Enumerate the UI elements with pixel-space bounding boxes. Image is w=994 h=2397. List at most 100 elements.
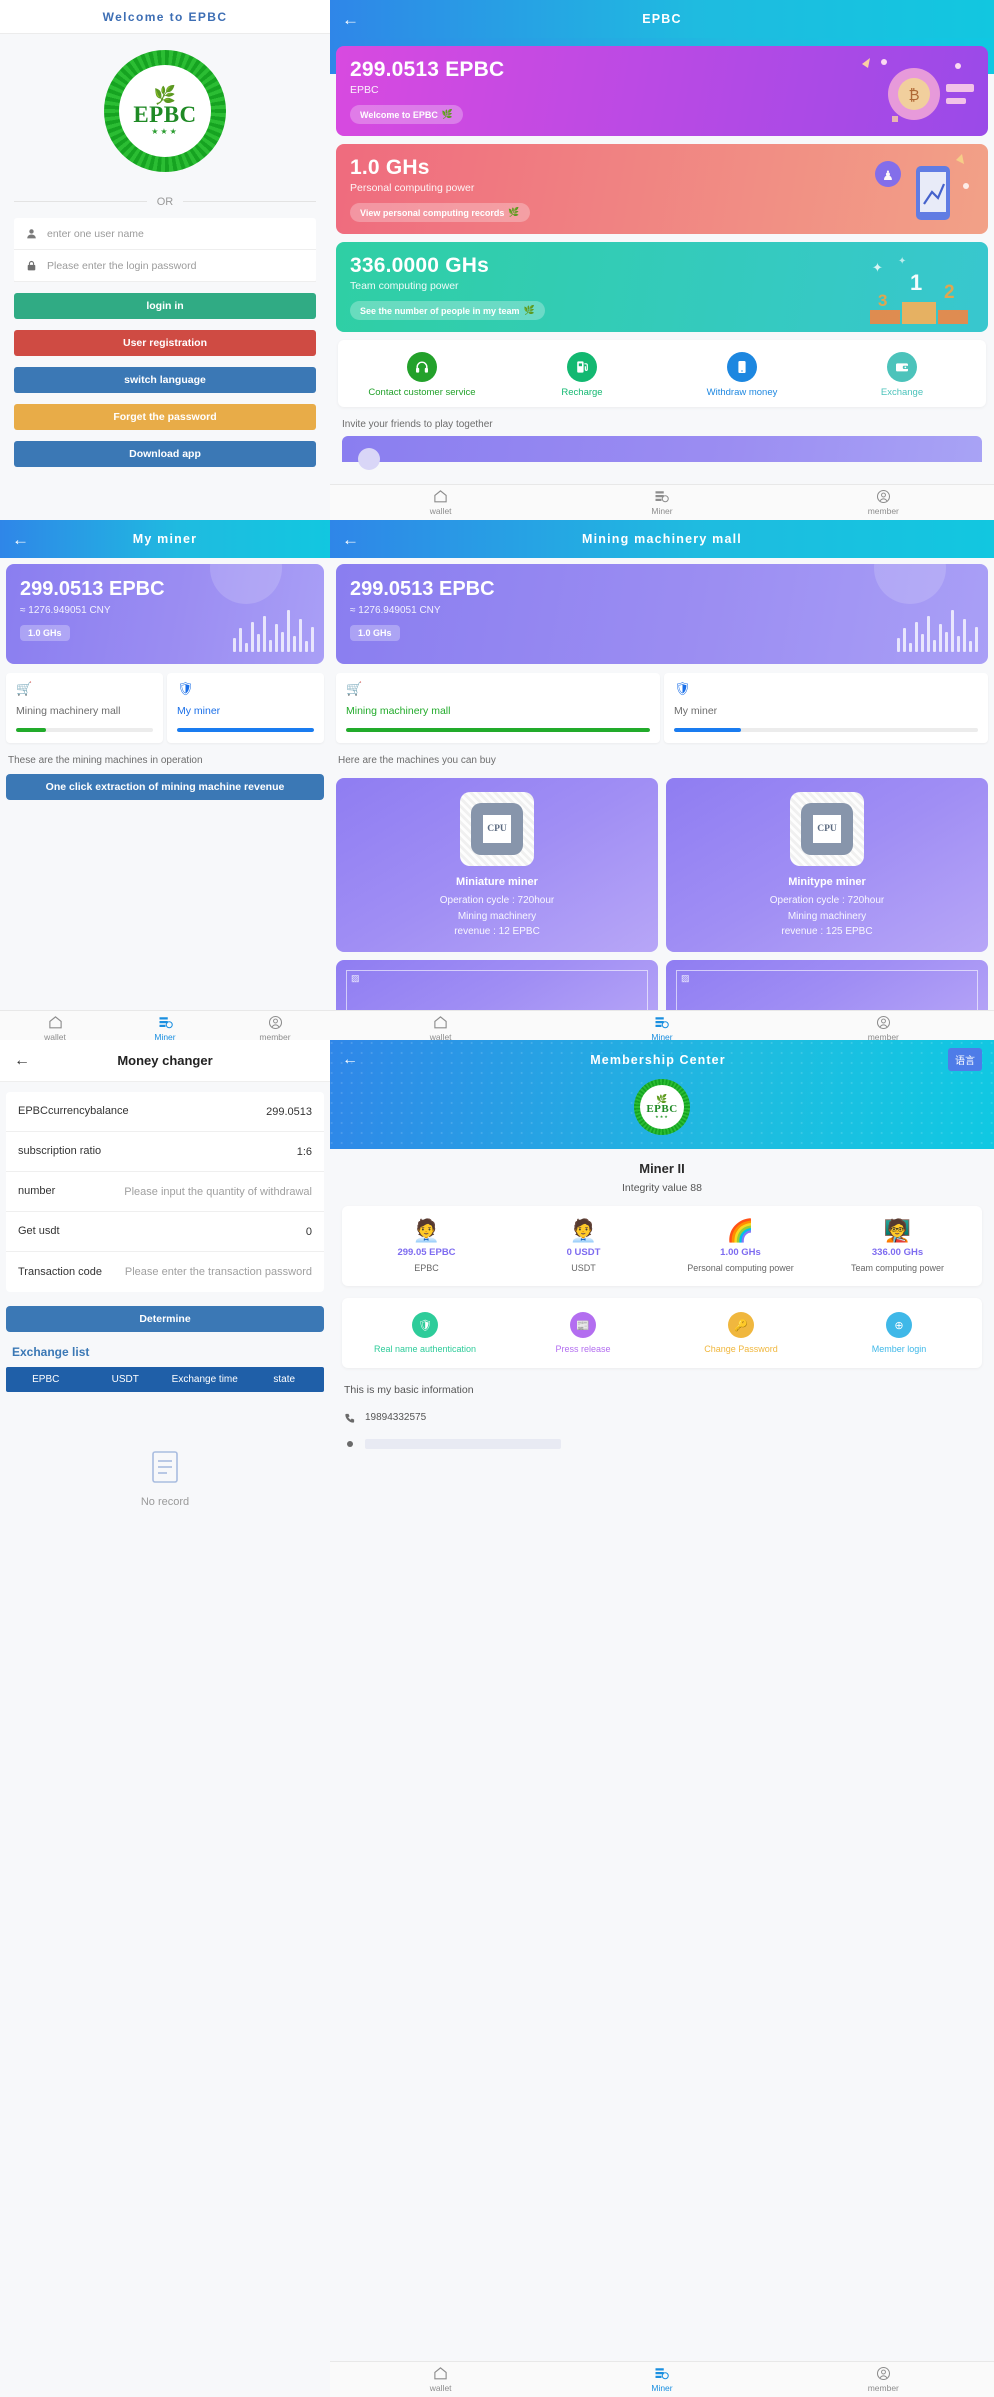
password-field[interactable]: Please enter the login password xyxy=(14,250,316,282)
machine-cycle: Operation cycle : 720hour xyxy=(439,895,555,906)
bottom-tabbar: wallet Miner member xyxy=(330,2361,994,2397)
avatar xyxy=(358,447,380,470)
tab-wallet[interactable]: wallet xyxy=(0,1011,110,1040)
form-row-number[interactable]: number Please input the quantity of with… xyxy=(6,1172,324,1212)
bottom-tabbar: wallet Miner member xyxy=(330,484,994,520)
fuel-pump-icon xyxy=(567,352,597,382)
quick-action-recharge[interactable]: Recharge xyxy=(502,352,662,399)
back-arrow-icon[interactable]: ← xyxy=(14,1052,38,1070)
stat-value: 299.05 EPBC xyxy=(397,1247,456,1258)
quick-action-label: Recharge xyxy=(561,387,603,398)
tab-miner[interactable]: Miner xyxy=(110,1011,220,1040)
login-form: enter one user name Please enter the log… xyxy=(14,218,316,282)
username-field[interactable]: enter one user name xyxy=(14,218,316,250)
home-icon xyxy=(434,2367,447,2380)
download-app-button[interactable]: Download app xyxy=(14,441,316,467)
tab-label: Mining machinery mall xyxy=(346,705,451,717)
bottom-tabbar: wallet Miner member xyxy=(330,1010,994,1040)
tab-my-miner[interactable]: 🛡 My miner xyxy=(167,673,324,743)
invite-label: Invite your friends to play together xyxy=(342,418,493,430)
tab-miner[interactable]: Miner xyxy=(551,485,772,520)
tab-wallet[interactable]: wallet xyxy=(330,485,551,520)
row-value: 299.0513 xyxy=(266,1105,312,1118)
switch-language-button[interactable]: switch language xyxy=(14,367,316,393)
mining-machinery-mall-panel: ← Mining machinery mall 299.0513 EPBC ≈ … xyxy=(330,520,994,1040)
number-input[interactable]: Please input the quantity of withdrawal xyxy=(110,1186,312,1198)
mall-body: 299.0513 EPBC ≈ 1276.949051 CNY 1.0 GHs … xyxy=(330,564,994,1040)
tab-member[interactable]: member xyxy=(773,1011,994,1040)
quick-action-label: Contact customer service xyxy=(368,387,476,398)
back-arrow-icon[interactable]: ← xyxy=(12,531,38,548)
user-circle-icon xyxy=(876,489,890,504)
membership-header: ← Membership Center 语言 xyxy=(330,1048,994,1077)
form-row-balance: EPBCcurrencybalance 299.0513 xyxy=(6,1092,324,1132)
action-change-password[interactable]: 🔑 Change Password xyxy=(662,1312,820,1355)
exchange-table-header: EPBC USDT Exchange time state xyxy=(6,1367,324,1392)
forgot-password-button[interactable]: Forget the password xyxy=(14,404,316,430)
view-team-button[interactable]: See the number of people in my team 🌿 xyxy=(350,301,545,320)
empty-text: No record xyxy=(140,1496,190,1508)
quick-action-withdraw[interactable]: Withdraw money xyxy=(662,352,822,399)
back-arrow-icon[interactable]: ← xyxy=(342,11,368,28)
tab-mining-machinery-mall[interactable]: 🛒 Mining machinery mall xyxy=(6,673,163,743)
tab-wallet[interactable]: wallet xyxy=(330,2362,551,2397)
action-press-release[interactable]: 📰 Press release xyxy=(504,1312,662,1355)
back-arrow-icon[interactable]: ← xyxy=(342,531,368,548)
register-button[interactable]: User registration xyxy=(14,330,316,356)
tab-member[interactable]: member xyxy=(773,2362,994,2397)
view-personal-records-button[interactable]: View personal computing records 🌿 xyxy=(350,203,530,222)
bar-icon xyxy=(347,1440,353,1447)
determine-button[interactable]: Determine xyxy=(6,1306,324,1332)
epbc-logo: 🌿 EPBC ★★★ xyxy=(634,1079,690,1135)
page-title: Mining machinery mall xyxy=(582,532,742,546)
decorative-art: ✦ ✦ 1 2 3 xyxy=(858,250,978,332)
page-title: Membership Center xyxy=(590,1052,726,1067)
login-button[interactable]: login in xyxy=(14,293,316,319)
machine-card[interactable]: CPU Miniature miner Operation cycle : 72… xyxy=(336,778,658,952)
stat-label: Team computing power xyxy=(850,1263,945,1273)
mall-header: ← Mining machinery mall xyxy=(330,520,994,558)
tab-member[interactable]: member xyxy=(220,1011,330,1040)
quick-action-contact[interactable]: Contact customer service xyxy=(342,352,502,399)
shield-icon: 🛡 xyxy=(674,681,691,696)
action-member-login[interactable]: ⊕ Member login xyxy=(820,1312,978,1355)
form-row-transaction-code[interactable]: Transaction code Please enter the transa… xyxy=(6,1252,324,1292)
machine-card[interactable]: CPU Minitype miner Operation cycle : 720… xyxy=(666,778,988,952)
tab-miner[interactable]: Miner xyxy=(551,1011,772,1040)
language-button[interactable]: 语言 xyxy=(948,1048,982,1071)
tab-my-miner[interactable]: 🛡 My miner xyxy=(664,673,988,743)
stats-card: 🧑‍💼 299.05 EPBC EPBC 🧑‍💼 0 USDT USDT 🌈 1… xyxy=(342,1206,982,1287)
personal-power-card: 1.0 GHs Personal computing power View pe… xyxy=(336,144,988,234)
leaf-icon: 🌿 xyxy=(508,207,520,217)
quick-action-exchange[interactable]: Exchange xyxy=(822,352,982,399)
transaction-code-input[interactable]: Please enter the transaction password xyxy=(110,1266,312,1278)
news-icon: 📰 xyxy=(570,1312,596,1339)
extract-revenue-button[interactable]: One click extraction of mining machine r… xyxy=(6,774,324,800)
welcome-pill-button[interactable]: Welcome to EPBC 🌿 xyxy=(350,105,464,124)
password-placeholder: Please enter the login password xyxy=(47,259,197,272)
stat-label: EPBC xyxy=(414,1263,439,1273)
server-icon xyxy=(159,1017,173,1029)
tab-label: wallet xyxy=(429,1032,452,1040)
progress-bar xyxy=(16,728,153,732)
tab-miner[interactable]: Miner xyxy=(551,2362,772,2397)
avatar-icon: 🧑‍💼 xyxy=(412,1218,441,1243)
member-logo-wrap: 🌿 EPBC ★★★ xyxy=(330,1079,994,1135)
tab-wallet[interactable]: wallet xyxy=(330,1011,551,1040)
leaf-icon: 🌿 xyxy=(523,305,535,315)
placeholder-bar xyxy=(365,1438,561,1449)
tab-member[interactable]: member xyxy=(773,485,994,520)
quick-action-label: Withdraw money xyxy=(706,387,778,398)
avatar-icon: 🧑‍💼 xyxy=(569,1218,598,1243)
stars-icon: ★★★ xyxy=(655,1114,669,1119)
stat-label: USDT xyxy=(571,1263,596,1273)
back-arrow-icon[interactable]: ← xyxy=(342,1051,368,1069)
invite-banner[interactable] xyxy=(342,435,982,470)
progress-bar xyxy=(177,728,314,732)
home-panel: ← EPBC 299.0513 EPBC EPBC Welcome to EPB… xyxy=(330,0,994,520)
wallet-icon xyxy=(887,352,917,382)
tab-mining-machinery-mall[interactable]: 🛒 Mining machinery mall xyxy=(336,673,660,743)
action-label: Member login xyxy=(871,1344,927,1355)
page-title: EPBC xyxy=(642,12,682,26)
action-real-name-authentication[interactable]: 🛡 Real name authentication xyxy=(346,1312,504,1355)
